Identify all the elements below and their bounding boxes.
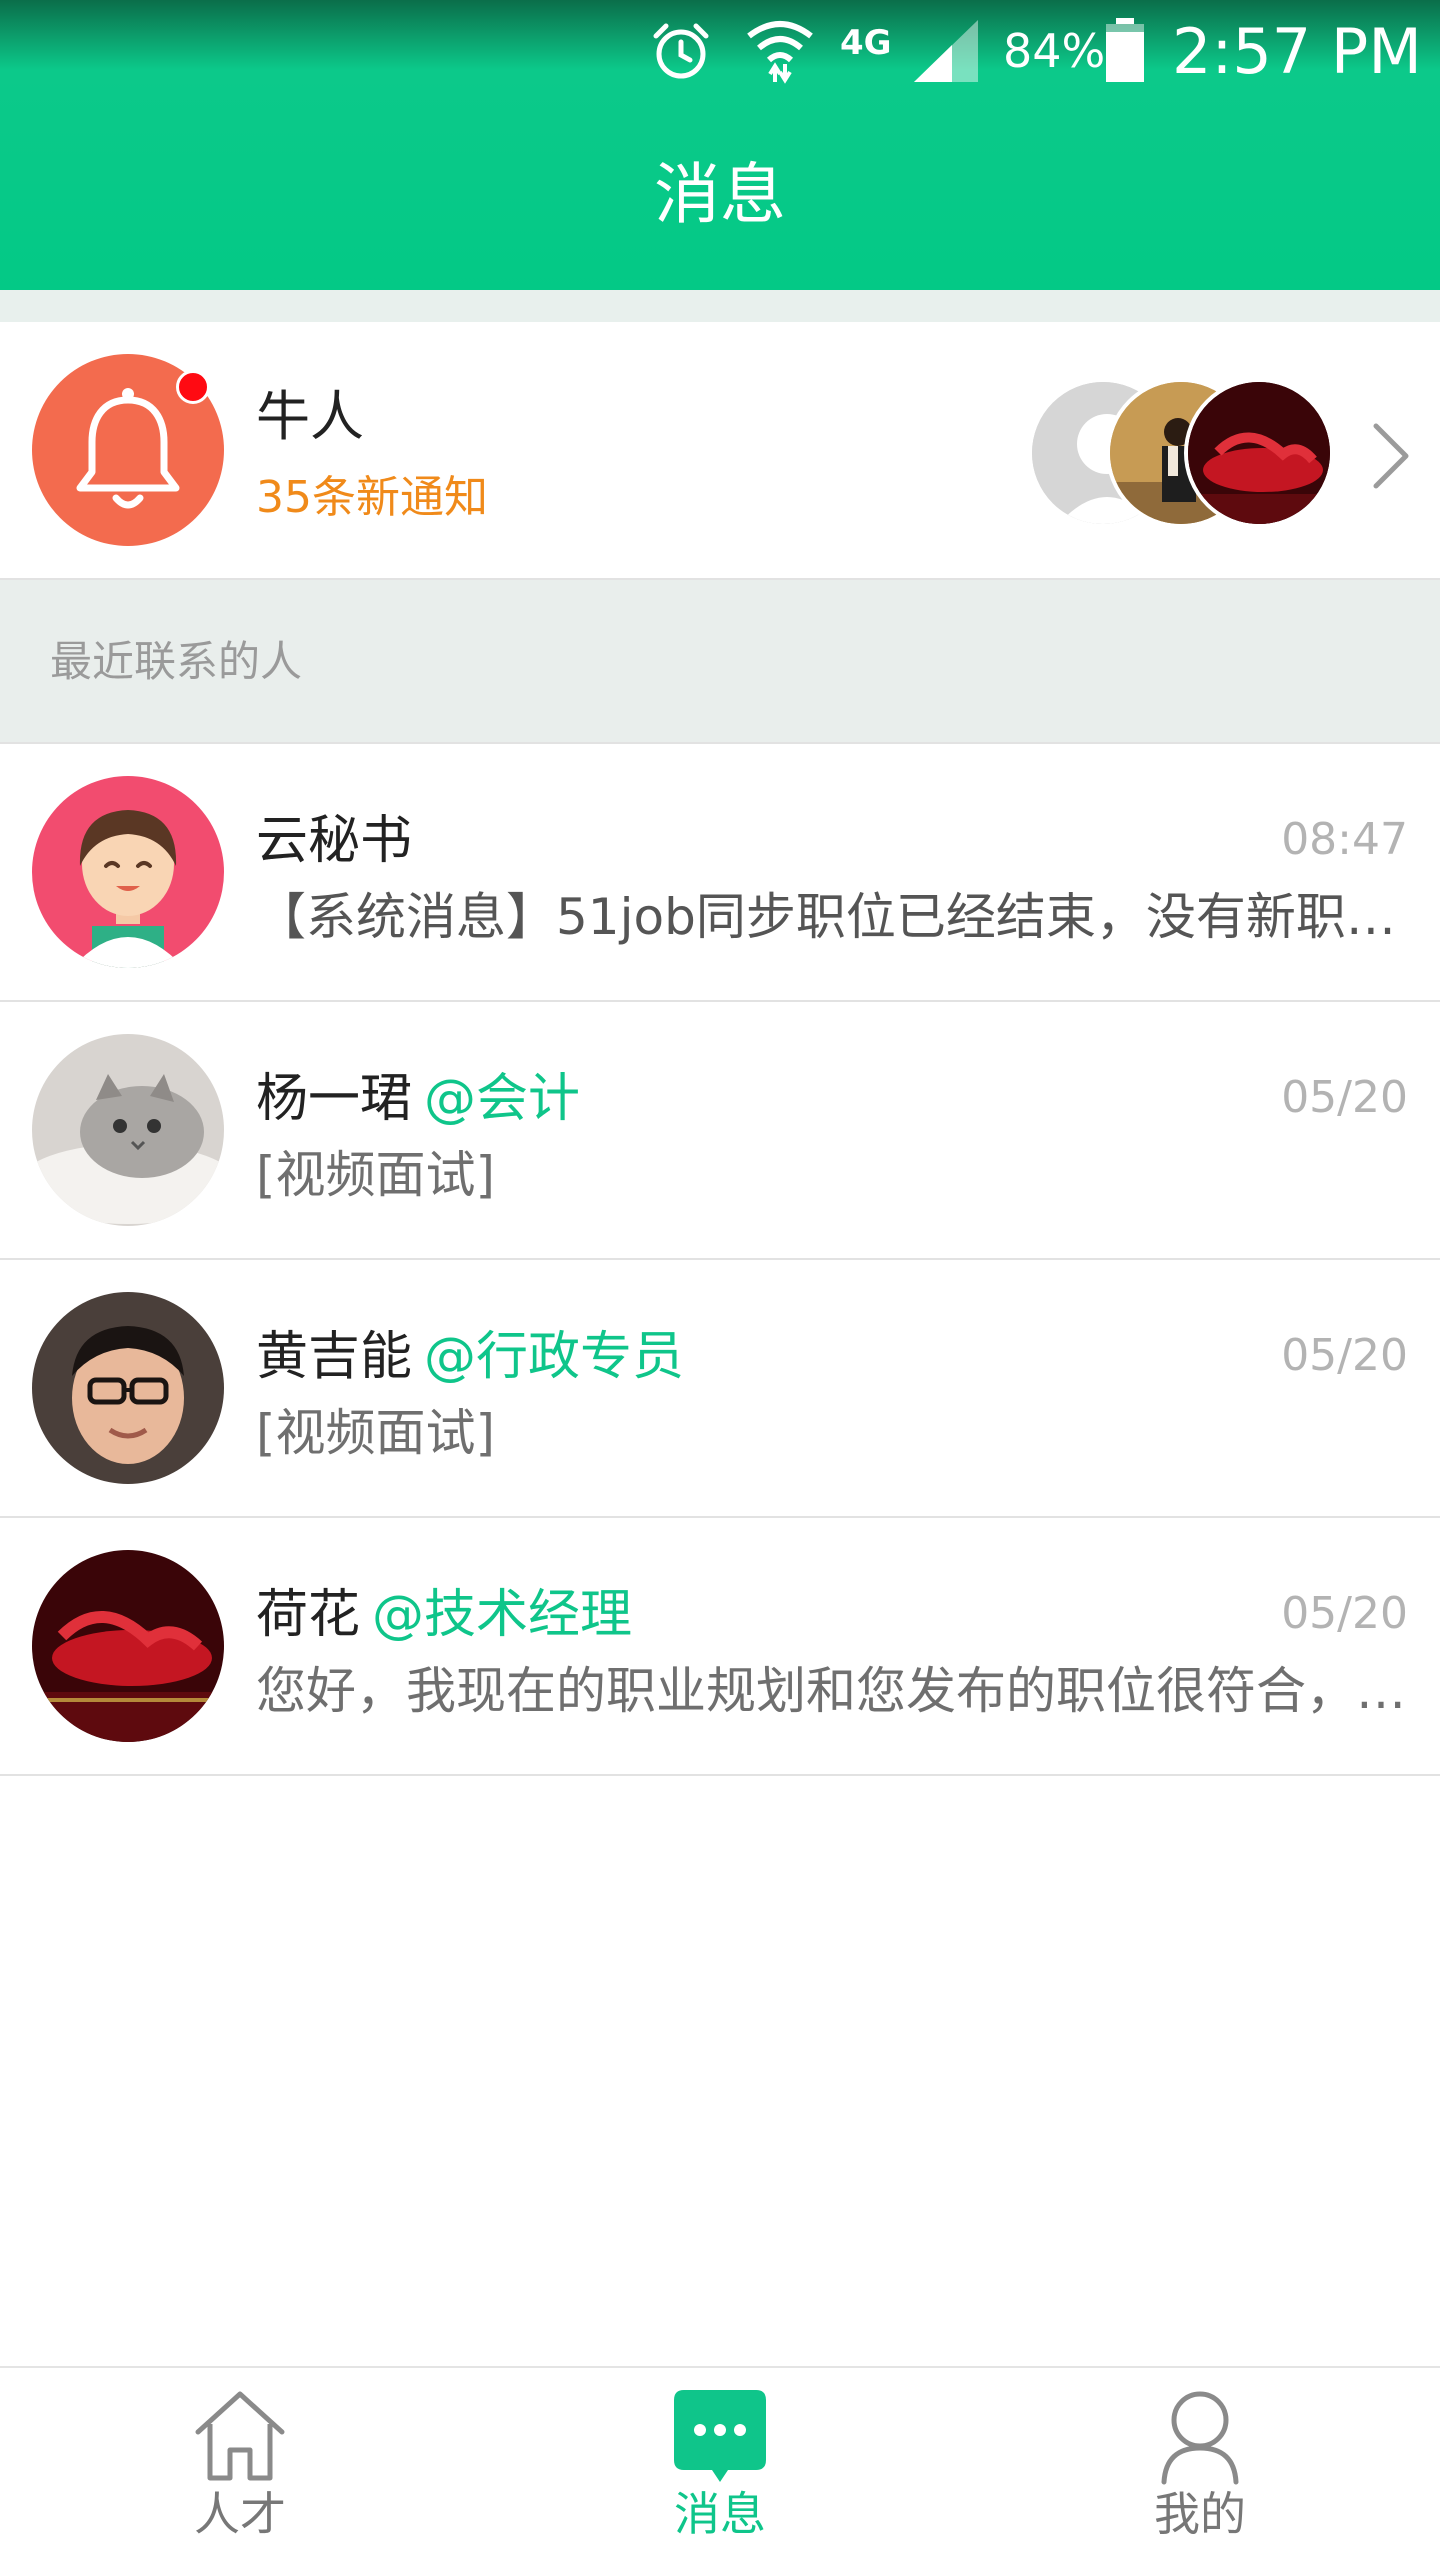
battery-icon	[1104, 18, 1146, 84]
message-preview: 您好，我现在的职业规划和您发布的职位很符合，希望能进一步沟通	[256, 1662, 1406, 1720]
talent-notification-row[interactable]: 牛人 35条新通知	[0, 322, 1440, 580]
conversation-row[interactable]: 荷花@技术经理 05/20 您好，我现在的职业规划和您发布的职位很符合，希望能进…	[0, 1518, 1440, 1776]
message-time: 05/20	[1281, 1330, 1408, 1381]
notification-count: 35条新通知	[256, 472, 488, 523]
message-preview: 【系统消息】51job同步职位已经结束，没有新职位需要同步	[256, 888, 1406, 946]
tab-me[interactable]: 我的	[960, 2368, 1440, 2560]
contact-name-text: 黄吉能	[256, 1327, 413, 1387]
header-divider	[0, 290, 1440, 322]
contact-role: @会计	[424, 1069, 581, 1129]
message-preview: [视频面试]	[256, 1404, 496, 1462]
avatar	[32, 1292, 224, 1484]
contact-name: 云秘书	[256, 806, 424, 876]
recent-contacts-header: 最近联系的人	[0, 580, 1440, 744]
tab-messages[interactable]: 消息	[480, 2368, 960, 2560]
contact-name-text: 云秘书	[256, 811, 413, 871]
status-bar: 4G 84% 2:57 PM	[0, 0, 1440, 100]
battery-percent: 84%	[1003, 24, 1106, 78]
chat-bubble-icon	[670, 2386, 770, 2486]
network-type: 4G	[840, 23, 892, 63]
message-time: 08:47	[1281, 814, 1408, 865]
contact-role: @行政专员	[424, 1327, 685, 1387]
unread-dot	[176, 370, 210, 404]
tab-talent[interactable]: 人才	[0, 2368, 480, 2560]
tab-label: 人才	[194, 2487, 286, 2541]
contact-name: 黄吉能 @行政专员	[256, 1322, 684, 1392]
conversation-row[interactable]: 杨一珺 @会计 05/20 [视频面试]	[0, 1002, 1440, 1260]
contact-name-text: 荷花	[256, 1585, 361, 1645]
conversation-row[interactable]: 黄吉能 @行政专员 05/20 [视频面试]	[0, 1260, 1440, 1518]
contact-role: @技术经理	[372, 1585, 633, 1645]
wifi-icon	[745, 18, 815, 84]
tab-label: 消息	[674, 2487, 766, 2541]
avatar	[32, 776, 224, 968]
app-header: 4G 84% 2:57 PM 消息	[0, 0, 1440, 290]
contact-name-text: 杨一珺	[256, 1069, 413, 1129]
clock-time: 2:57 PM	[1172, 14, 1422, 88]
messages-screen: 4G 84% 2:57 PM 消息 牛人 35条新通知 最近联系的人 云秘书 0…	[0, 0, 1440, 2560]
alarm-icon	[650, 18, 712, 84]
conversation-row[interactable]: 云秘书 08:47 【系统消息】51job同步职位已经结束，没有新职位需要同步	[0, 744, 1440, 1002]
notification-title: 牛人	[256, 385, 364, 448]
contact-name: 杨一珺 @会计	[256, 1064, 580, 1134]
chevron-right-icon	[1366, 418, 1416, 494]
avatar	[32, 1550, 224, 1742]
stacked-avatar	[1184, 378, 1334, 528]
bottom-tab-bar: 人才 消息 我的	[0, 2366, 1440, 2560]
home-icon	[190, 2386, 290, 2486]
page-title: 消息	[654, 156, 786, 233]
person-icon	[1150, 2386, 1250, 2486]
tab-label: 我的	[1154, 2487, 1246, 2541]
avatar	[32, 1034, 224, 1226]
message-time: 05/20	[1281, 1072, 1408, 1123]
message-preview: [视频面试]	[256, 1146, 496, 1204]
section-label: 最近联系的人	[50, 637, 303, 686]
signal-icon	[912, 18, 982, 84]
message-time: 05/20	[1281, 1588, 1408, 1639]
contact-name: 荷花 @技术经理	[256, 1580, 632, 1650]
